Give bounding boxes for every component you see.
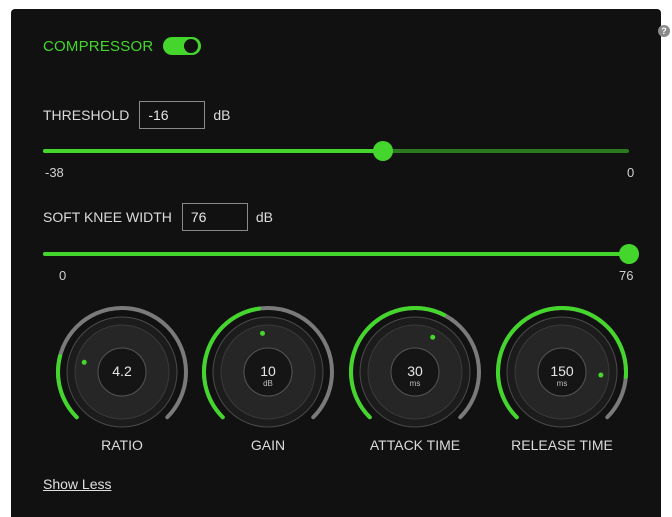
threshold-slider[interactable] — [43, 141, 629, 161]
attack-time-value: 30 — [407, 363, 423, 379]
soft-knee-max-label: 76 — [619, 268, 634, 283]
soft-knee-unit: dB — [255, 209, 273, 225]
soft-knee-min-label: 0 — [59, 268, 67, 283]
soft-knee-slider[interactable] — [43, 244, 639, 264]
soft-knee-track-fill — [43, 252, 629, 256]
threshold-row: THRESHOLD dB — [43, 101, 230, 129]
ratio-knob[interactable]: 4.2 RATIO — [52, 302, 192, 453]
release-time-label: RELEASE TIME — [511, 437, 613, 453]
threshold-unit: dB — [213, 107, 231, 123]
ratio-label: RATIO — [101, 437, 143, 453]
attack-time-knob[interactable]: 30 ms ATTACK TIME — [345, 302, 485, 453]
toggle-knob — [184, 39, 199, 53]
help-icon[interactable]: ? — [658, 25, 670, 37]
knob-indicator-dot — [430, 334, 436, 340]
release-time-unit: ms — [556, 379, 568, 388]
release-time-value: 150 — [550, 363, 574, 379]
threshold-min-label: -38 — [45, 165, 64, 180]
soft-knee-slider-thumb[interactable] — [619, 244, 639, 264]
threshold-max-label: 0 — [627, 165, 635, 180]
soft-knee-input[interactable] — [181, 203, 248, 231]
threshold-label: THRESHOLD — [43, 107, 130, 123]
attack-time-unit: ms — [409, 379, 421, 388]
compressor-row: COMPRESSOR — [43, 36, 202, 56]
threshold-input[interactable] — [139, 101, 206, 129]
gain-unit: dB — [263, 379, 273, 388]
threshold-track-fill — [43, 149, 383, 153]
gain-value: 10 — [260, 363, 276, 379]
threshold-slider-thumb[interactable] — [372, 141, 393, 161]
knob-indicator-dot — [260, 330, 266, 336]
gain-knob[interactable]: 10 dB GAIN — [198, 302, 338, 453]
compressor-label: COMPRESSOR — [43, 37, 154, 55]
soft-knee-label: SOFT KNEE WIDTH — [43, 209, 172, 225]
gain-label: GAIN — [250, 437, 286, 453]
release-time-knob[interactable]: 150 ms RELEASE TIME — [492, 302, 632, 453]
attack-time-label: ATTACK TIME — [369, 437, 461, 453]
ratio-value: 4.2 — [112, 363, 132, 379]
compressor-toggle[interactable] — [163, 37, 202, 55]
soft-knee-row: SOFT KNEE WIDTH dB — [43, 203, 273, 231]
show-less-link[interactable]: Show Less — [43, 476, 111, 492]
